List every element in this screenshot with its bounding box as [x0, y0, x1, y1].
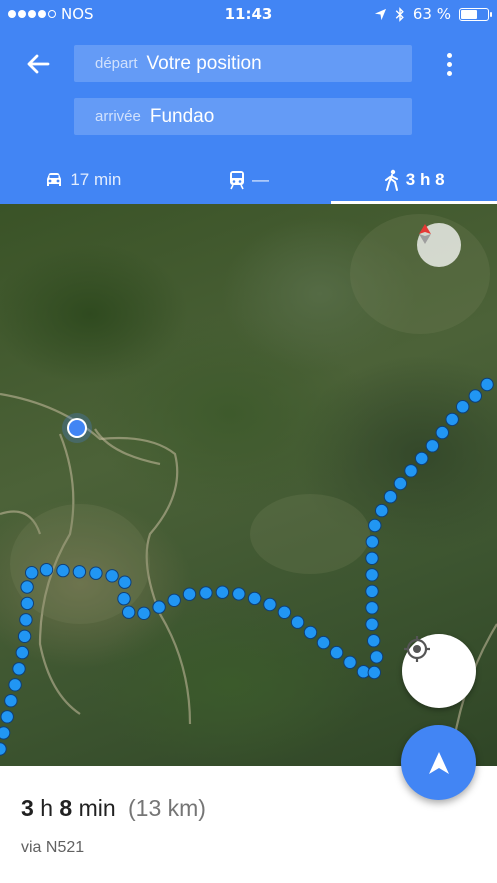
- tab-driving-label: 17 min: [70, 170, 122, 189]
- duration-hours-unit: h: [40, 795, 53, 821]
- route-dot: [0, 710, 14, 724]
- route-dot: [375, 503, 389, 518]
- route-dot: [56, 563, 70, 578]
- route-dot: [117, 592, 131, 606]
- tab-walking-label: 3 h 8: [405, 170, 445, 189]
- route-dot: [8, 678, 22, 692]
- status-bar: NOS 11:43 63 %: [0, 0, 497, 28]
- bluetooth-icon: [395, 6, 404, 22]
- back-arrow-icon: [27, 54, 50, 74]
- start-value: Votre position: [146, 52, 262, 74]
- my-location-icon: [404, 636, 430, 662]
- navigation-arrow-icon: [428, 751, 449, 774]
- route-dot: [290, 615, 305, 629]
- route-dot: [19, 613, 33, 627]
- route-dot: [365, 617, 379, 631]
- destination-field[interactable]: arrivée Fundao: [74, 98, 412, 135]
- compass-button[interactable]: [417, 223, 461, 267]
- route-dot: [105, 569, 119, 583]
- route-dot: [118, 575, 132, 589]
- my-location-button[interactable]: [402, 634, 476, 708]
- travel-mode-tabs: 17 min — 3 h 8: [0, 156, 497, 204]
- route-dot: [182, 587, 197, 601]
- duration-hours: 3: [21, 795, 34, 821]
- route-duration: 3 h 8 min (13 km): [21, 795, 206, 822]
- route-dot: [12, 662, 26, 676]
- start-field[interactable]: départ Votre position: [74, 45, 412, 82]
- route-dot: [445, 412, 459, 427]
- tab-walking[interactable]: 3 h 8: [331, 156, 497, 204]
- directions-header: départ Votre position arrivée Fundao 17 …: [0, 28, 497, 204]
- car-icon: [47, 173, 62, 186]
- route-dot: [329, 645, 344, 660]
- signal-strength-icon: [8, 10, 56, 18]
- route-dot: [0, 726, 11, 740]
- route-dot: [368, 518, 382, 533]
- route-dot: [39, 563, 54, 577]
- route-dot: [303, 625, 318, 640]
- route-dot: [365, 568, 379, 582]
- route-dot: [367, 665, 381, 680]
- route-dot: [480, 377, 494, 392]
- route-dot: [20, 580, 34, 594]
- route-dot: [369, 650, 384, 664]
- route-dot: [343, 655, 357, 669]
- route-dot: [199, 586, 213, 600]
- route-dot: [393, 476, 408, 491]
- route-dot: [468, 389, 482, 403]
- route-dot: [215, 585, 230, 599]
- duration-minutes-unit: min: [78, 795, 116, 821]
- location-arrow-icon: [374, 8, 386, 20]
- start-label: départ: [95, 55, 138, 72]
- route-dot: [122, 605, 136, 619]
- route-dot: [316, 635, 331, 650]
- route-dot: [277, 605, 292, 619]
- destination-value: Fundao: [149, 105, 215, 127]
- more-options-button[interactable]: [436, 48, 462, 80]
- route-dot: [247, 591, 262, 606]
- status-time: 11:43: [224, 5, 273, 23]
- route-dot: [365, 584, 379, 598]
- route-dot: [404, 464, 418, 478]
- route-dot: [365, 551, 379, 565]
- battery-percent: 63 %: [412, 5, 451, 23]
- map-view[interactable]: [0, 204, 497, 766]
- duration-minutes: 8: [59, 795, 73, 821]
- route-dot: [365, 535, 379, 549]
- route-dot: [17, 629, 32, 643]
- route-dot: [232, 587, 246, 601]
- back-button[interactable]: [22, 48, 54, 80]
- route-dot: [25, 566, 39, 580]
- compass-icon: [419, 224, 431, 244]
- tab-transit[interactable]: —: [166, 156, 332, 204]
- route-dot: [20, 596, 34, 611]
- route-dot: [152, 600, 166, 614]
- start-navigation-button[interactable]: [401, 725, 476, 800]
- train-icon: [230, 171, 244, 190]
- route-via: via N521: [21, 839, 85, 856]
- route-dot: [456, 400, 470, 414]
- route-dot: [365, 601, 379, 615]
- route-dot: [435, 425, 449, 440]
- route-dot: [167, 593, 181, 607]
- route-dot: [383, 490, 398, 504]
- route-dot: [367, 634, 381, 648]
- walk-icon: [384, 169, 398, 191]
- route-dot: [425, 439, 440, 453]
- tab-transit-label: —: [252, 170, 269, 189]
- route-dot: [0, 742, 7, 756]
- route-distance: (13 km): [128, 795, 206, 821]
- route-dot: [72, 565, 87, 579]
- route-dot: [89, 566, 103, 580]
- tab-driving[interactable]: 17 min: [0, 156, 166, 204]
- destination-label: arrivée: [95, 108, 141, 125]
- route-dot: [4, 694, 18, 708]
- route-dot: [15, 645, 29, 660]
- more-vert-icon: [446, 52, 452, 58]
- route-dot: [137, 606, 151, 620]
- route-dot: [415, 451, 429, 466]
- battery-icon: [459, 7, 492, 21]
- carrier-name: NOS: [61, 5, 94, 23]
- route-dot: [263, 597, 277, 612]
